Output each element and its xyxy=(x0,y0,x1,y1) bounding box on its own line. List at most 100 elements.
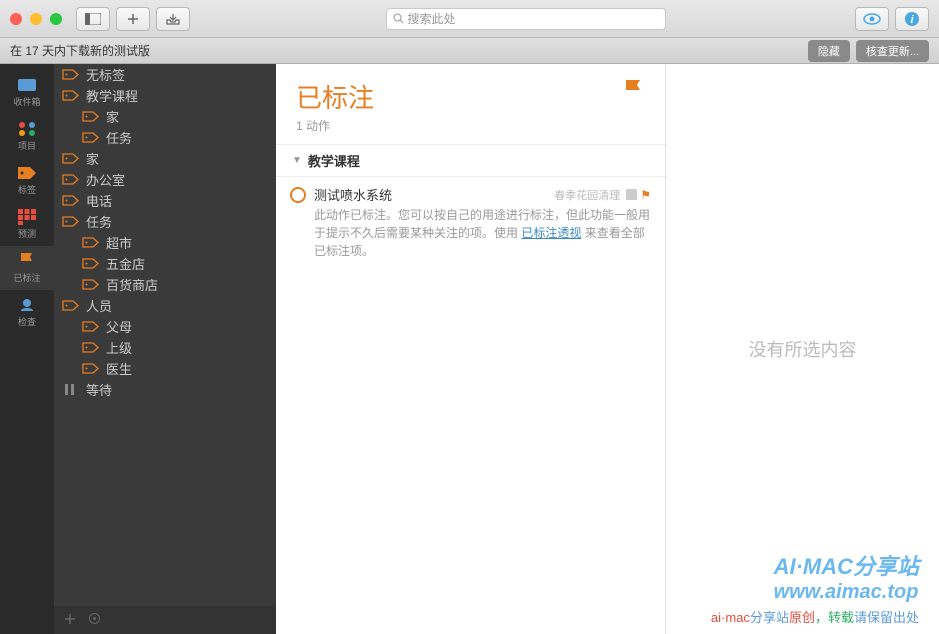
tag-item[interactable]: 电话 xyxy=(54,190,276,211)
tag-icon xyxy=(82,258,100,269)
action-count: 1 动作 xyxy=(296,117,374,134)
task-note: 此动作已标注。您可以按自己的用途进行标注，但此功能一般用于提示不久后需要某种关注… xyxy=(314,206,651,260)
inspector-button[interactable]: i xyxy=(895,7,929,31)
tag-item[interactable]: 五金店 xyxy=(54,253,276,274)
task-list: 已标注 1 动作 ▼ 教学课程 测试喷水系统 春季花园清理 xyxy=(276,64,666,634)
perspective-sidebar: 收件箱项目标签预测已标注检查 xyxy=(0,64,54,634)
task-title-text: 测试喷水系统 xyxy=(314,185,392,204)
tag-label: 办公室 xyxy=(86,170,125,189)
tag-item[interactable]: 等待 xyxy=(54,379,276,400)
perspective-tags[interactable]: 标签 xyxy=(0,158,54,202)
titlebar: 搜索此处 i xyxy=(0,0,939,38)
close-window[interactable] xyxy=(10,13,22,25)
flag-icon: ⚑ xyxy=(640,188,651,202)
projects-icon xyxy=(17,121,37,137)
main-area: 收件箱项目标签预测已标注检查 无标签教学课程家任务家办公室电话任务超市五金店百货… xyxy=(0,64,939,634)
list-header: 已标注 1 动作 xyxy=(276,64,665,144)
update-notice-bar: 在 17 天内下载新的测试版 隐藏 核查更新... xyxy=(0,38,939,64)
tag-sidebar: 无标签教学课程家任务家办公室电话任务超市五金店百货商店人员父母上级医生等待 xyxy=(54,64,276,634)
pause-icon xyxy=(62,384,80,395)
check-updates-button[interactable]: 核查更新... xyxy=(856,40,929,62)
search-icon xyxy=(393,13,404,24)
hide-notice-button[interactable]: 隐藏 xyxy=(808,40,850,62)
tag-label: 无标签 xyxy=(86,65,125,84)
tag-item[interactable]: 任务 xyxy=(54,211,276,232)
perspective-forecast[interactable]: 预测 xyxy=(0,202,54,246)
task-checkbox[interactable] xyxy=(290,187,306,203)
tag-item[interactable]: 医生 xyxy=(54,358,276,379)
zoom-window[interactable] xyxy=(50,13,62,25)
tag-icon xyxy=(82,111,100,122)
tag-icon xyxy=(82,132,100,143)
task-row[interactable]: 测试喷水系统 春季花园清理 ⚑ 此动作已标注。您可以按自己的用途进行标注，但此功… xyxy=(276,177,665,268)
perspective-title: 已标注 xyxy=(296,78,374,115)
tag-label: 超市 xyxy=(106,233,132,252)
tag-item[interactable]: 父母 xyxy=(54,316,276,337)
settings-button[interactable] xyxy=(88,612,101,628)
add-tag-button[interactable] xyxy=(64,613,76,628)
archive-button[interactable] xyxy=(156,7,190,31)
eye-icon xyxy=(863,13,881,25)
flag-icon xyxy=(623,78,645,107)
tag-icon xyxy=(62,300,80,311)
tag-icon xyxy=(82,363,100,374)
tag-label: 医生 xyxy=(106,359,132,378)
notice-text: 在 17 天内下载新的测试版 xyxy=(10,42,150,59)
view-button[interactable] xyxy=(855,7,889,31)
tag-icon xyxy=(62,90,80,101)
tag-icon xyxy=(62,195,80,206)
task-project: 春季花园清理 xyxy=(554,187,620,203)
tag-icon xyxy=(62,174,80,185)
tags-icon xyxy=(17,165,37,181)
tag-icon xyxy=(82,237,100,248)
tag-item[interactable]: 任务 xyxy=(54,127,276,148)
flagged-perspective-link[interactable]: 已标注透视 xyxy=(521,226,581,240)
inbox-icon xyxy=(17,77,37,93)
perspective-projects[interactable]: 项目 xyxy=(0,114,54,158)
tag-icon xyxy=(82,321,100,332)
tag-label: 父母 xyxy=(106,317,132,336)
plus-icon xyxy=(127,13,139,25)
minimize-window[interactable] xyxy=(30,13,42,25)
flagged-icon xyxy=(17,253,37,269)
disclosure-triangle-icon[interactable]: ▼ xyxy=(292,155,302,166)
tag-item[interactable]: 百货商店 xyxy=(54,274,276,295)
tag-item[interactable]: 家 xyxy=(54,148,276,169)
tag-label: 电话 xyxy=(86,191,112,210)
search-placeholder: 搜索此处 xyxy=(408,10,456,27)
calendar-icon xyxy=(626,189,637,200)
tag-item[interactable]: 人员 xyxy=(54,295,276,316)
inspector-empty-text: 没有所选内容 xyxy=(749,336,857,362)
tag-label: 人员 xyxy=(86,296,112,315)
plus-icon xyxy=(64,613,76,625)
perspective-inbox[interactable]: 收件箱 xyxy=(0,70,54,114)
tag-icon xyxy=(62,153,80,164)
sidebar-icon xyxy=(85,13,101,25)
perspective-flagged[interactable]: 已标注 xyxy=(0,246,54,290)
tag-item[interactable]: 办公室 xyxy=(54,169,276,190)
tag-item[interactable]: 上级 xyxy=(54,337,276,358)
tag-item[interactable]: 无标签 xyxy=(54,64,276,85)
group-title: 教学课程 xyxy=(308,151,360,170)
forecast-icon xyxy=(17,209,37,225)
tag-item[interactable]: 家 xyxy=(54,106,276,127)
tag-label: 任务 xyxy=(86,212,112,231)
search-input[interactable]: 搜索此处 xyxy=(386,8,666,30)
tag-icon xyxy=(82,279,100,290)
add-button[interactable] xyxy=(116,7,150,31)
tag-label: 教学课程 xyxy=(86,86,138,105)
window-controls xyxy=(10,13,62,25)
project-group-header[interactable]: ▼ 教学课程 xyxy=(276,144,665,177)
info-icon: i xyxy=(904,11,920,27)
inbox-icon xyxy=(166,13,180,25)
tag-icon xyxy=(62,216,80,227)
tag-label: 百货商店 xyxy=(106,275,158,294)
tag-label: 家 xyxy=(106,107,119,126)
tag-label: 家 xyxy=(86,149,99,168)
tag-icon xyxy=(62,69,80,80)
perspective-review[interactable]: 检查 xyxy=(0,290,54,334)
tag-label: 任务 xyxy=(106,128,132,147)
sidebar-toggle-button[interactable] xyxy=(76,7,110,31)
tag-item[interactable]: 教学课程 xyxy=(54,85,276,106)
tag-item[interactable]: 超市 xyxy=(54,232,276,253)
